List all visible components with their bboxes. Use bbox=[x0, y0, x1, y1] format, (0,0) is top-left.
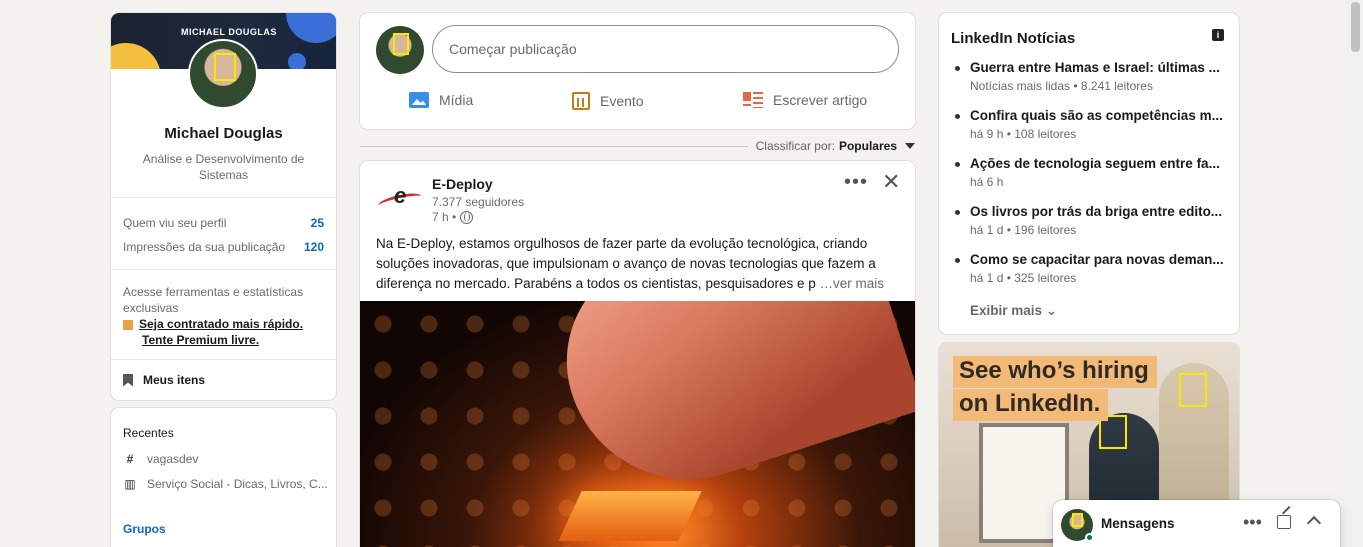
news-item[interactable]: Os livros por trás da briga entre edito.… bbox=[955, 204, 1225, 237]
more-options-icon[interactable]: ••• bbox=[844, 171, 868, 194]
company-logo[interactable]: e bbox=[376, 175, 424, 223]
show-more-label: Exibir mais bbox=[970, 303, 1043, 318]
stat-label: Impressões da sua publicação bbox=[123, 240, 286, 254]
stat-post-impressions[interactable]: Impressões da sua publicação 120 bbox=[123, 240, 324, 254]
bookmark-icon bbox=[123, 373, 133, 387]
chevron-up-icon[interactable] bbox=[1306, 515, 1322, 531]
image-icon bbox=[409, 92, 429, 108]
stat-profile-views[interactable]: Quem viu seu perfil 25 bbox=[123, 216, 324, 230]
news-item[interactable]: Ações de tecnologia seguem entre fa... h… bbox=[955, 156, 1225, 189]
messaging-bar[interactable]: Mensagens ••• bbox=[1053, 500, 1340, 547]
face-box bbox=[1072, 513, 1083, 527]
recent-item-hashtag[interactable]: # vagasdev bbox=[123, 452, 199, 466]
calendar-icon bbox=[572, 92, 590, 110]
feed-sort: Classificar por: Populares bbox=[360, 138, 915, 154]
sort-dropdown[interactable]: Populares bbox=[839, 139, 897, 153]
event-label: Evento bbox=[600, 93, 644, 109]
start-post-button[interactable]: Começar publicação bbox=[432, 25, 899, 73]
profile-avatar[interactable] bbox=[188, 39, 258, 109]
face-box bbox=[1179, 373, 1207, 407]
news-item-title: Ações de tecnologia seguem entre fa... bbox=[955, 156, 1225, 171]
stat-label: Quem viu seu perfil bbox=[123, 216, 227, 230]
face-box bbox=[214, 53, 236, 81]
ad-headline-2: on LinkedIn. bbox=[953, 389, 1109, 421]
premium-text: Acesse ferramentas e estatísticas exclus… bbox=[123, 285, 304, 315]
post-text: Na E-Deploy, estamos orgulhosos de fazer… bbox=[376, 234, 896, 294]
news-item-meta: Notícias mais lidas • 8.241 leitores bbox=[970, 79, 1153, 93]
news-item[interactable]: Confira quais são as competências m... h… bbox=[955, 108, 1225, 141]
news-item-title: Como se capacitar para novas deman... bbox=[955, 252, 1225, 267]
see-more-button[interactable]: …ver mais bbox=[820, 276, 885, 291]
user-avatar bbox=[1061, 509, 1094, 542]
user-avatar[interactable] bbox=[376, 26, 424, 74]
scrollbar-thumb[interactable] bbox=[1351, 2, 1360, 52]
post-time-text: 7 h • bbox=[432, 210, 457, 224]
news-item[interactable]: Guerra entre Hamas e Israel: últimas ...… bbox=[955, 60, 1225, 93]
sort-label: Classificar por: bbox=[755, 139, 835, 153]
profile-card: MICHAEL DOUGLAS Michael Douglas Análise … bbox=[111, 13, 336, 400]
premium-icon bbox=[123, 319, 133, 330]
profile-headline: Análise e Desenvolvimento de Sistemas bbox=[142, 152, 305, 182]
compose-icon[interactable] bbox=[1277, 515, 1291, 529]
media-label: Mídia bbox=[439, 92, 474, 108]
recent-card: Recentes # vagasdev ▥ Serviço Social - D… bbox=[111, 408, 336, 547]
messaging-title: Mensagens bbox=[1101, 516, 1175, 531]
online-status-icon bbox=[1085, 533, 1094, 542]
stat-value: 120 bbox=[303, 240, 324, 254]
hashtag-icon: # bbox=[126, 452, 134, 466]
groups-link[interactable]: Grupos bbox=[123, 522, 166, 536]
ad-headline-1: See who’s hiring bbox=[953, 356, 1157, 388]
face-box bbox=[393, 33, 409, 55]
news-item[interactable]: Como se capacitar para novas deman... há… bbox=[955, 252, 1225, 285]
news-item-title: Os livros por trás da briga entre edito.… bbox=[955, 204, 1225, 219]
recent-item-label: vagasdev bbox=[147, 452, 199, 466]
write-article-label: Escrever artigo bbox=[773, 92, 868, 108]
post-time: 7 h • bbox=[432, 210, 474, 224]
news-item-meta: há 1 d • 325 leitores bbox=[970, 271, 1077, 285]
recent-item-group[interactable]: ▥ Serviço Social - Dicas, Livros, C... bbox=[123, 477, 328, 491]
banner-tag: MICHAEL DOUGLAS bbox=[181, 27, 277, 37]
write-article-button[interactable]: Escrever artigo bbox=[743, 92, 867, 108]
post-image[interactable] bbox=[360, 301, 915, 547]
my-items-link[interactable]: Meus itens bbox=[123, 373, 205, 387]
news-item-title: Confira quais são as competências m... bbox=[955, 108, 1225, 123]
share-box: Começar publicação Mídia Evento Escrever… bbox=[360, 13, 915, 129]
profile-name[interactable]: Michael Douglas bbox=[111, 125, 336, 142]
feed-post: e E-Deploy 7.377 seguidores 7 h • ••• ✕ … bbox=[360, 161, 915, 547]
info-icon[interactable]: i bbox=[1212, 29, 1224, 41]
globe-icon bbox=[460, 210, 474, 224]
recent-item-label: Serviço Social - Dicas, Livros, C... bbox=[147, 477, 328, 491]
chevron-down-icon: ⌄ bbox=[1045, 303, 1058, 318]
close-icon[interactable]: ✕ bbox=[882, 169, 900, 195]
news-item-title: Guerra entre Hamas e Israel: últimas ... bbox=[955, 60, 1225, 75]
recent-heading: Recentes bbox=[123, 426, 174, 440]
page-scrollbar[interactable] bbox=[1348, 0, 1363, 547]
premium-link[interactable]: Seja contratado mais rápido. bbox=[139, 317, 303, 331]
my-items-label: Meus itens bbox=[143, 373, 206, 387]
group-icon: ▥ bbox=[124, 477, 136, 491]
stat-value: 25 bbox=[310, 216, 324, 230]
news-item-meta: há 9 h • 108 leitores bbox=[970, 127, 1077, 141]
post-body: Na E-Deploy, estamos orgulhosos de fazer… bbox=[376, 236, 876, 291]
premium-promo: Acesse ferramentas e estatísticas exclus… bbox=[123, 284, 324, 348]
article-icon bbox=[743, 92, 763, 108]
media-button[interactable]: Mídia bbox=[409, 92, 473, 108]
more-options-icon[interactable]: ••• bbox=[1243, 512, 1262, 533]
event-button[interactable]: Evento bbox=[572, 92, 644, 110]
post-followers: 7.377 seguidores bbox=[432, 195, 525, 209]
caret-down-icon[interactable] bbox=[905, 143, 915, 149]
news-item-meta: há 1 d • 196 leitores bbox=[970, 223, 1077, 237]
news-item-meta: há 6 h bbox=[970, 175, 1004, 189]
post-author[interactable]: E-Deploy bbox=[432, 176, 493, 192]
show-more-button[interactable]: Exibir mais ⌄ bbox=[970, 303, 1057, 319]
premium-trial-link[interactable]: Tente Premium livre. bbox=[142, 333, 259, 347]
news-card: LinkedIn Notícias i Guerra entre Hamas e… bbox=[939, 13, 1239, 334]
news-title: LinkedIn Notícias bbox=[951, 30, 1076, 47]
